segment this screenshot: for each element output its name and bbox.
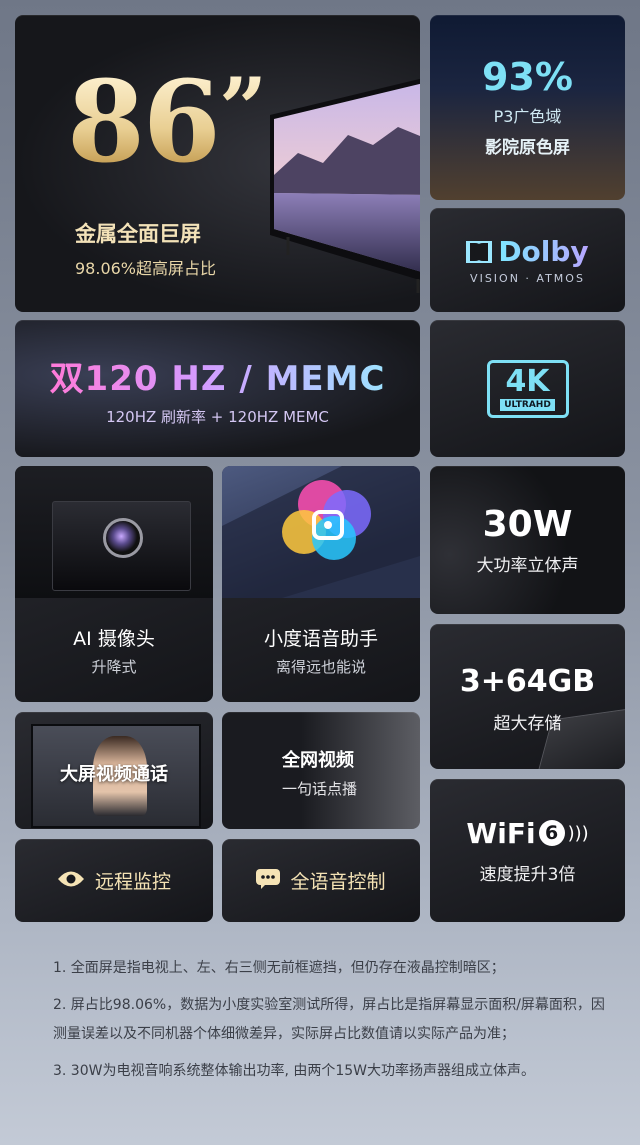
voice-control-label: 全语音控制 <box>290 871 386 893</box>
footnote-2: 2. 屏占比98.06%，数据为小度实验室测试所得，屏占比是指屏幕显示面积/屏幕… <box>53 997 605 1042</box>
color-gamut-label: P3广色域 <box>493 107 562 126</box>
footnote-1: 1. 全面屏是指电视上、左、右三侧无前框遮挡，但仍存在液晶控制暗区； <box>53 960 505 976</box>
video-call-card: 大屏视频通话 <box>15 712 213 829</box>
storage-value: 3+64GB <box>459 664 596 699</box>
uhd-card: 4K ULTRAHD <box>430 320 625 457</box>
wifi-subtitle: 速度提升3倍 <box>479 864 576 885</box>
voice-assistant-title: 小度语音助手 <box>263 628 378 650</box>
uhd-badge-small: ULTRAHD <box>500 398 555 411</box>
refresh-rate-title: 双120 HZ / MEMC <box>50 351 386 400</box>
screen-size-value: 86” <box>67 57 266 188</box>
camera-title: AI 摄像头 <box>73 628 155 650</box>
camera-image <box>15 466 213 598</box>
footnotes: 1. 全面屏是指电视上、左、右三侧无前框遮挡，但仍存在液晶控制暗区； 2. 屏占… <box>53 954 608 1094</box>
hero-title: 金属全面巨屏 <box>75 222 201 246</box>
audio-power-value: 30W <box>482 504 573 545</box>
dolby-card: Dolby VISION · ATMOS <box>430 208 625 312</box>
dolby-subtitle: VISION · ATMOS <box>470 272 585 285</box>
video-call-title: 大屏视频通话 <box>60 764 168 785</box>
dolby-logo-icon <box>466 240 493 263</box>
voice-assistant-image <box>222 466 420 598</box>
audio-power-card: 30W 大功率立体声 <box>430 466 625 614</box>
hero-card: 86” 金属全面巨屏 98.06%超高屏占比 <box>15 15 420 312</box>
wifi6-icon: 6 <box>538 820 565 846</box>
voice-assistant-card: 小度语音助手 离得远也能说 <box>222 466 420 702</box>
hero-subtitle: 98.06%超高屏占比 <box>75 259 217 278</box>
eye-icon <box>57 870 85 892</box>
audio-power-subtitle: 大功率立体声 <box>476 556 579 576</box>
wifi-card: WiFi 6 ))) 速度提升3倍 <box>430 779 625 922</box>
wifi-signal-icon: ))) <box>567 822 589 844</box>
uhd-badge-big: 4K <box>505 363 550 399</box>
storage-subtitle: 超大存储 <box>493 714 562 734</box>
voice-control-card: 全语音控制 <box>222 839 420 922</box>
chat-bubble-icon <box>256 868 281 893</box>
tv-image <box>268 75 420 299</box>
refresh-rate-card: 双120 HZ / MEMC 120HZ 刷新率 + 120HZ MEMC <box>15 320 420 457</box>
color-gamut-card: 93% P3广色域 影院原色屏 <box>430 15 625 200</box>
color-gamut-sublabel: 影院原色屏 <box>485 138 570 158</box>
remote-monitor-label: 远程监控 <box>94 871 171 893</box>
video-on-demand-title: 全网视频 <box>282 750 354 771</box>
video-on-demand-subtitle: 一句话点播 <box>282 780 358 798</box>
remote-monitor-card: 远程监控 <box>15 839 213 922</box>
storage-card: 3+64GB 超大存储 <box>430 624 625 769</box>
camera-lens-icon <box>103 518 143 558</box>
camera-subtitle: 升降式 <box>91 658 137 676</box>
dolby-name: Dolby <box>498 235 589 268</box>
wifi-name: WiFi <box>466 816 536 850</box>
voice-assistant-subtitle: 离得远也能说 <box>275 658 366 676</box>
color-gamut-value: 93% <box>482 55 573 99</box>
camera-card: AI 摄像头 升降式 <box>15 466 213 702</box>
footnote-3: 3. 30W为电视音响系统整体输出功率, 由两个15W大功率扬声器组成立体声。 <box>53 1063 536 1079</box>
refresh-rate-subtitle: 120HZ 刷新率 + 120HZ MEMC <box>106 407 329 426</box>
video-on-demand-card: 全网视频 一句话点播 <box>222 712 420 829</box>
uhd-badge-icon: 4K ULTRAHD <box>486 359 569 418</box>
